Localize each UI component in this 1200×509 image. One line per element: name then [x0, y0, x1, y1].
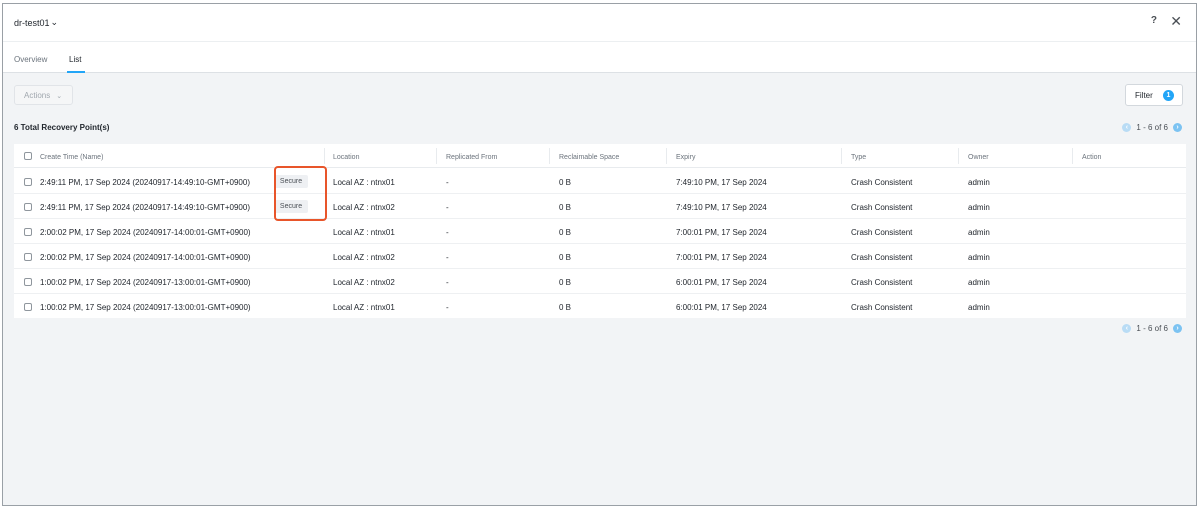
location: Local AZ : ntnx02	[333, 203, 395, 212]
owner: admin	[968, 303, 990, 312]
replicated-from: -	[446, 178, 449, 187]
replicated-from: -	[446, 228, 449, 237]
create-time[interactable]: 2:49:11 PM, 17 Sep 2024 (20240917-14:49:…	[40, 203, 250, 212]
column-header[interactable]: Create Time (Name)	[40, 154, 103, 161]
location: Local AZ : ntnx02	[333, 253, 395, 262]
column-divider	[1072, 148, 1073, 164]
table-row[interactable]: 1:00:02 PM, 17 Sep 2024 (20240917-13:00:…	[14, 269, 1186, 294]
replicated-from: -	[446, 278, 449, 287]
location: Local AZ : ntnx01	[333, 178, 395, 187]
table-header: Create Time (Name) Location Replicated F…	[14, 144, 1186, 168]
replicated-from: -	[446, 203, 449, 212]
table-row[interactable]: 2:00:02 PM, 17 Sep 2024 (20240917-14:00:…	[14, 219, 1186, 244]
replicated-from: -	[446, 303, 449, 312]
column-header[interactable]: Location	[333, 154, 359, 161]
close-icon[interactable]: ✕	[1170, 13, 1182, 30]
column-divider	[549, 148, 550, 164]
expiry: 7:00:01 PM, 17 Sep 2024	[676, 253, 767, 262]
row-checkbox[interactable]	[24, 253, 32, 261]
table-row[interactable]: 2:49:11 PM, 17 Sep 2024 (20240917-14:49:…	[14, 169, 1186, 194]
column-divider	[436, 148, 437, 164]
owner: admin	[968, 253, 990, 262]
expiry: 6:00:01 PM, 17 Sep 2024	[676, 303, 767, 312]
tab-overview[interactable]: Overview	[14, 55, 47, 64]
tab-bar: Overview List	[3, 42, 1196, 73]
type: Crash Consistent	[851, 278, 913, 287]
replicated-from: -	[446, 253, 449, 262]
column-divider	[666, 148, 667, 164]
reclaimable-space: 0 B	[559, 253, 572, 262]
owner: admin	[968, 228, 990, 237]
recovery-points-table: Create Time (Name) Location Replicated F…	[14, 144, 1186, 318]
panel-header: dr-test01⌄ ? ✕	[3, 4, 1196, 42]
row-checkbox[interactable]	[24, 303, 32, 311]
column-header[interactable]: Replicated From	[446, 154, 497, 161]
recovery-points-panel: dr-test01⌄ ? ✕ Overview List Actions ⌄ Fi…	[2, 3, 1197, 506]
column-header[interactable]: Expiry	[676, 154, 695, 161]
type: Crash Consistent	[851, 228, 913, 237]
pagination-top: ‹ 1 - 6 of 6 ›	[1122, 123, 1182, 132]
filter-label: Filter	[1135, 91, 1153, 100]
location: Local AZ : ntnx02	[333, 278, 395, 287]
actions-dropdown-button[interactable]: Actions ⌄	[14, 85, 73, 105]
pagination-bottom: ‹ 1 - 6 of 6 ›	[1122, 324, 1182, 333]
column-divider	[324, 148, 325, 164]
column-header[interactable]: Type	[851, 154, 866, 161]
expiry: 7:00:01 PM, 17 Sep 2024	[676, 228, 767, 237]
expiry: 7:49:10 PM, 17 Sep 2024	[676, 178, 767, 187]
type: Crash Consistent	[851, 303, 913, 312]
column-divider	[958, 148, 959, 164]
location: Local AZ : ntnx01	[333, 228, 395, 237]
page-range: 1 - 6 of 6	[1136, 324, 1168, 333]
column-header[interactable]: Reclaimable Space	[559, 154, 619, 161]
reclaimable-space: 0 B	[559, 178, 572, 187]
reclaimable-space: 0 B	[559, 228, 572, 237]
entity-selector[interactable]: dr-test01⌄	[14, 17, 58, 28]
location: Local AZ : ntnx01	[333, 303, 395, 312]
page-range: 1 - 6 of 6	[1136, 123, 1168, 132]
prev-page-icon[interactable]: ‹	[1122, 324, 1132, 333]
active-tab-indicator	[67, 71, 85, 73]
column-header: Action	[1082, 154, 1102, 161]
create-time[interactable]: 1:00:02 PM, 17 Sep 2024 (20240917-13:00:…	[40, 303, 251, 312]
create-time[interactable]: 2:00:02 PM, 17 Sep 2024 (20240917-14:00:…	[40, 228, 251, 237]
secure-badge-highlight	[274, 166, 327, 221]
type: Crash Consistent	[851, 178, 913, 187]
expiry: 7:49:10 PM, 17 Sep 2024	[676, 203, 767, 212]
owner: admin	[968, 203, 990, 212]
prev-page-icon[interactable]: ‹	[1122, 123, 1132, 132]
table-row[interactable]: 2:49:11 PM, 17 Sep 2024 (20240917-14:49:…	[14, 194, 1186, 219]
expiry: 6:00:01 PM, 17 Sep 2024	[676, 278, 767, 287]
actions-label: Actions	[24, 91, 51, 100]
type: Crash Consistent	[851, 203, 913, 212]
select-all-checkbox[interactable]	[24, 152, 32, 160]
row-checkbox[interactable]	[24, 278, 32, 286]
create-time[interactable]: 1:00:02 PM, 17 Sep 2024 (20240917-13:00:…	[40, 278, 251, 287]
owner: admin	[968, 178, 990, 187]
reclaimable-space: 0 B	[559, 203, 572, 212]
type: Crash Consistent	[851, 253, 913, 262]
column-divider	[841, 148, 842, 164]
next-page-icon[interactable]: ›	[1173, 324, 1182, 333]
create-time[interactable]: 2:49:11 PM, 17 Sep 2024 (20240917-14:49:…	[40, 178, 250, 187]
table-row[interactable]: 2:00:02 PM, 17 Sep 2024 (20240917-14:00:…	[14, 244, 1186, 269]
table-row[interactable]: 1:00:02 PM, 17 Sep 2024 (20240917-13:00:…	[14, 294, 1186, 319]
create-time[interactable]: 2:00:02 PM, 17 Sep 2024 (20240917-14:00:…	[40, 253, 251, 262]
reclaimable-space: 0 B	[559, 303, 572, 312]
row-checkbox[interactable]	[24, 178, 32, 186]
chevron-down-icon: ⌄	[50, 17, 59, 27]
reclaimable-space: 0 B	[559, 278, 572, 287]
next-page-icon[interactable]: ›	[1173, 123, 1182, 132]
filter-button[interactable]: Filter 1	[1125, 84, 1183, 106]
tab-list[interactable]: List	[69, 55, 81, 64]
column-header[interactable]: Owner	[968, 154, 989, 161]
owner: admin	[968, 278, 990, 287]
row-checkbox[interactable]	[24, 203, 32, 211]
entity-title: dr-test01	[14, 18, 50, 28]
recovery-point-count: 6 Total Recovery Point(s)	[14, 123, 110, 132]
filter-count-badge: 1	[1163, 90, 1174, 101]
help-icon[interactable]: ?	[1151, 15, 1157, 26]
row-checkbox[interactable]	[24, 228, 32, 236]
chevron-down-icon: ⌄	[56, 93, 63, 100]
